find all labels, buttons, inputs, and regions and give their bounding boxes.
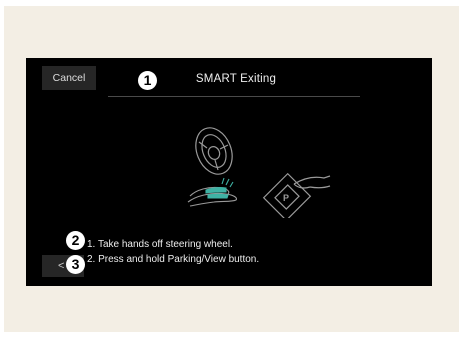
hands-icon: [187, 177, 238, 207]
steering-wheel-icon: [195, 127, 233, 175]
callout-marker-1: 1: [138, 71, 157, 90]
instruction-step-2: 2. Press and hold Parking/View button.: [87, 254, 260, 265]
parking-view-button-icon: P: [262, 172, 331, 218]
screen-title: SMART Exiting: [195, 73, 277, 85]
callout-marker-3: 3: [66, 255, 85, 274]
cancel-button[interactable]: Cancel: [42, 66, 96, 90]
title-divider: [108, 96, 360, 97]
smart-exiting-illustration: P: [187, 127, 331, 218]
back-arrow-icon: <: [58, 260, 65, 272]
svg-text:P: P: [283, 193, 289, 203]
infotainment-screen: Cancel 1 SMART Exiting P < 2 3 1. Take h…: [26, 58, 432, 286]
callout-marker-2: 2: [66, 231, 85, 250]
page: Cancel 1 SMART Exiting P < 2 3 1. Take h…: [0, 0, 463, 337]
instruction-step-1: 1. Take hands off steering wheel.: [87, 239, 233, 250]
